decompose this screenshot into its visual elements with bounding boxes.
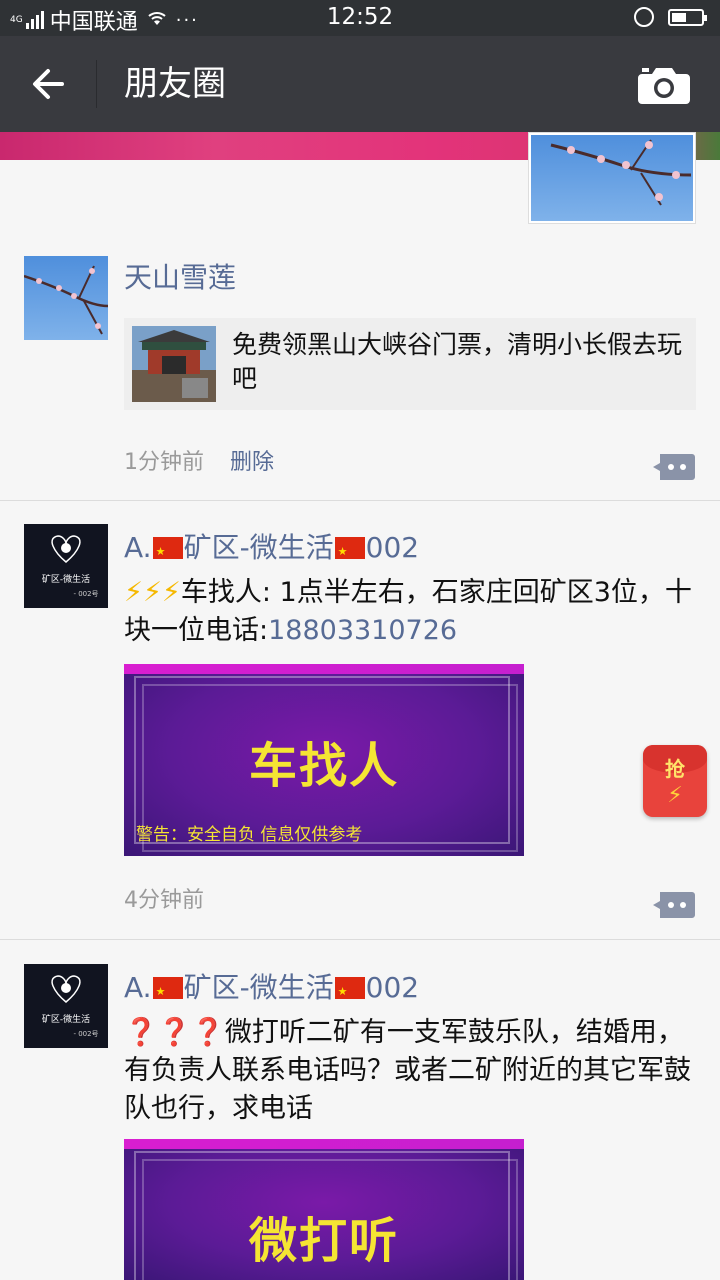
phone-link[interactable]: 18803310726 [268, 615, 457, 646]
banner-title: 微打听 [248, 1213, 399, 1269]
moment-post: 矿区-微生活 - 002号 A. 矿区-微生活 002 ❓❓❓微打听二矿有一支军鼓乐队… [0, 964, 720, 1280]
nav-bar: 朋友圈 [0, 36, 720, 132]
post-text: ⚡⚡⚡车找人: 1点半左右，石家庄回矿区3位，十块一位电话:1880331072… [124, 574, 700, 650]
post-image[interactable]: 微打听 [124, 1139, 524, 1280]
plum-blossom-image [24, 256, 108, 340]
lightning-icon: ⚡ [667, 783, 683, 808]
shared-link-thumbnail [132, 326, 216, 402]
avatar-text: 矿区-微生活 [42, 573, 90, 585]
post-author[interactable]: 天山雪莲 [124, 260, 236, 296]
my-avatar[interactable] [528, 132, 696, 224]
post-divider [0, 939, 720, 940]
status-bar: 4G 中国联通 ··· 12:52 [0, 0, 720, 36]
battery-fill [672, 13, 686, 22]
alarm-icon [634, 7, 654, 27]
post-author[interactable]: A. 矿区-微生活 002 [124, 530, 420, 570]
author-mid: 矿区-微生活 [183, 531, 334, 564]
shared-link-title: 免费领黑山大峡谷门票，清明小长假去玩吧 [232, 330, 683, 393]
banner-warning: 警告：安全自负 信息仅供参考 [136, 825, 363, 845]
page-title: 朋友圈 [124, 64, 226, 104]
china-flag-icon [152, 534, 183, 570]
comment-more-icon[interactable] [652, 890, 696, 920]
author-prefix: A. [124, 971, 152, 1004]
post-divider [0, 500, 720, 501]
banner-bar [124, 664, 524, 674]
shared-link-card[interactable]: 免费领黑山大峡谷门票，清明小长假去玩吧 [124, 318, 696, 410]
question-mark-icon: ❓❓❓ [124, 1017, 225, 1048]
post-time: 1分钟前 [124, 450, 204, 475]
china-flag-icon [334, 534, 365, 570]
delete-link[interactable]: 删除 [230, 444, 274, 476]
post-author[interactable]: A. 矿区-微生活 002 [124, 970, 420, 1010]
comment-more-icon[interactable] [652, 452, 696, 482]
avatar[interactable]: 矿区-微生活 - 002号 [24, 524, 108, 608]
china-flag-icon [334, 974, 365, 1010]
status-time: 12:52 [326, 4, 394, 30]
moment-post: 矿区-微生活 - 002号 A. 矿区-微生活 002 ⚡⚡⚡车找人: 1点半左右，石… [0, 524, 720, 938]
nav-divider [96, 60, 97, 108]
author-suffix: 002 [365, 971, 420, 1004]
back-arrow-icon[interactable] [28, 64, 72, 104]
avatar-text: 矿区-微生活 [42, 1013, 90, 1025]
red-packet-label: 抢 [665, 757, 685, 781]
plum-blossom-image [531, 135, 693, 221]
banner-bar [124, 1139, 524, 1149]
post-time: 4分钟前 [124, 888, 204, 913]
avatar-subtext: - 002号 [73, 590, 98, 598]
author-prefix: A. [124, 531, 152, 564]
avatar[interactable]: 矿区-微生活 - 002号 [24, 964, 108, 1048]
battery-icon [668, 9, 707, 26]
red-packet-button[interactable]: 抢 ⚡ [643, 745, 707, 817]
author-mid: 矿区-微生活 [183, 971, 334, 1004]
avatar-subtext: - 002号 [73, 1030, 98, 1038]
china-flag-icon [152, 974, 183, 1010]
post-image[interactable]: 车找人 警告：安全自负 信息仅供参考 [124, 664, 524, 856]
camera-icon[interactable] [636, 64, 692, 106]
author-suffix: 002 [365, 531, 420, 564]
post-text: ❓❓❓微打听二矿有一支军鼓乐队，结婚用，有负责人联系电话吗？或者二矿附近的其它军… [124, 1014, 700, 1128]
avatar[interactable] [24, 256, 108, 340]
moment-post: 天山雪莲 免费领黑山大峡谷门票，清明小长假去玩吧 1分钟前 删除 [0, 256, 720, 500]
lightning-icon: ⚡⚡⚡ [124, 577, 181, 608]
banner-title: 车找人 [248, 738, 399, 794]
